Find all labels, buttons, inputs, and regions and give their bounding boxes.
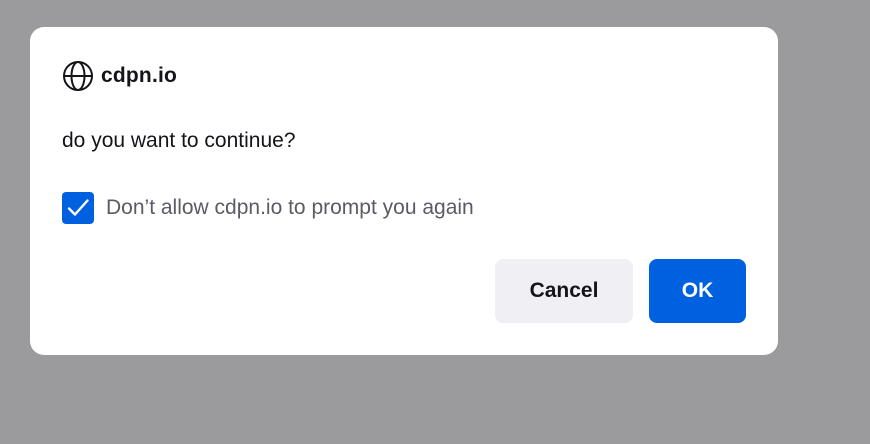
suppress-prompts-option[interactable]: Don’t allow cdpn.io to prompt you again [62,192,474,224]
globe-icon [62,60,94,92]
dialog-message: do you want to continue? [62,129,296,152]
dialog-origin: cdpn.io [101,64,178,87]
dialog-header: cdpn.io [62,60,177,92]
suppress-prompts-checkbox[interactable] [62,192,94,224]
ok-button[interactable]: OK [649,259,746,323]
prompt-dialog: cdpn.io do you want to continue? Don’t a… [30,27,778,355]
suppress-prompts-label[interactable]: Don’t allow cdpn.io to prompt you again [106,196,474,220]
checkmark-icon [67,199,89,216]
cancel-button[interactable]: Cancel [495,259,633,323]
dialog-buttons: Cancel OK [495,259,746,323]
